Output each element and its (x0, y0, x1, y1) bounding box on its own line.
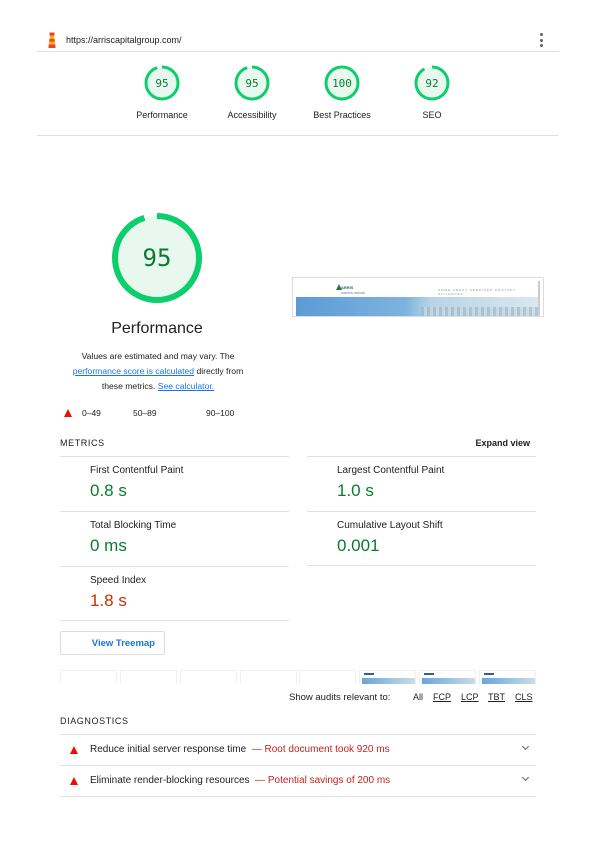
filmstrip-frame (478, 670, 536, 684)
gauge-seo[interactable]: 92 SEO (392, 60, 472, 120)
filmstrip-frame (359, 670, 417, 684)
gauge-score: 92 (425, 77, 438, 90)
expand-view-toggle[interactable]: Expand view (475, 438, 530, 448)
kebab-menu-icon[interactable] (540, 33, 544, 47)
gauge-label: SEO (422, 110, 442, 120)
site-scrollbar (538, 281, 540, 315)
performance-description: Values are estimated and may vary. The p… (58, 349, 258, 394)
gauge-ring: 92 (414, 65, 450, 101)
chevron-down-icon[interactable] (521, 742, 530, 751)
metric-speed-index: Speed Index 1.8 s (60, 566, 289, 621)
report-topbar: https://arriscapitalgroup.com/ (37, 30, 559, 52)
site-logo-text: ARRIS CAPITAL GROUP (341, 285, 366, 295)
filmstrip-frame (299, 670, 357, 684)
metric-value: 0 ms (90, 536, 127, 555)
metric-lcp: Largest Contentful Paint 1.0 s (307, 456, 536, 511)
performance-score: 95 (143, 244, 172, 272)
gauge-performance[interactable]: 95 Performance (122, 60, 202, 120)
metric-value: 1.8 s (90, 591, 127, 610)
gauge-label: Performance (136, 110, 188, 120)
divider (60, 796, 536, 797)
metric-value: 0.001 (337, 536, 380, 555)
lighthouse-icon (48, 32, 56, 48)
filter-lcp[interactable]: LCP (461, 692, 479, 702)
diagnostic-text: Reduce initial server response time — Ro… (90, 744, 390, 755)
diagnostics-title: DIAGNOSTICS (60, 716, 129, 726)
gauge-label: Accessibility (227, 110, 277, 120)
final-screenshot[interactable]: ARRIS CAPITAL GROUP HOME ABOUT SERVICES C… (292, 277, 544, 317)
diagnostic-text: Eliminate render-blocking resources — Po… (90, 775, 391, 786)
metric-value: 1.0 s (337, 481, 374, 500)
score-legend: 0–49 50–89 90–100 (64, 408, 284, 420)
legend-pass: 90–100 (206, 408, 235, 418)
view-treemap-button[interactable]: View Treemap (60, 631, 165, 655)
metric-value: 0.8 s (90, 481, 127, 500)
metric-label: Speed Index (90, 575, 147, 586)
filmstrip-frame (419, 670, 477, 684)
filter-cls[interactable]: CLS (515, 692, 533, 702)
see-calculator-link[interactable]: See calculator. (158, 381, 214, 391)
gauge-accessibility[interactable]: 95 Accessibility (212, 60, 292, 120)
site-hero-image (296, 297, 540, 316)
metric-label: Cumulative Layout Shift (337, 520, 443, 531)
category-gauges: 95 Performance 95 Accessibility 100 Best… (37, 60, 559, 136)
metric-label: Total Blocking Time (90, 520, 177, 531)
gauge-ring: 100 (324, 65, 360, 101)
filter-all[interactable]: All (413, 692, 423, 702)
legend-average: 50–89 (133, 408, 157, 418)
gauge-score: 100 (332, 77, 352, 90)
metrics-header: METRICS Expand view (60, 437, 536, 451)
gauge-ring: 95 (144, 65, 180, 101)
gauge-best-practices[interactable]: 100 Best Practices (302, 60, 382, 120)
metric-tbt: Total Blocking Time 0 ms (60, 511, 289, 566)
metric-fcp: First Contentful Paint 0.8 s (60, 456, 289, 511)
metric-cls: Cumulative Layout Shift 0.001 (307, 511, 536, 566)
score-calculated-link[interactable]: performance score is calculated (73, 366, 194, 376)
gauge-label: Best Practices (313, 110, 371, 120)
diagnostic-item-server-response[interactable]: Reduce initial server response time — Ro… (60, 734, 536, 765)
filter-fcp[interactable]: FCP (433, 692, 451, 702)
report-url[interactable]: https://arriscapitalgroup.com/ (66, 35, 182, 45)
audit-filter-label: Show audits relevant to: (289, 692, 391, 703)
desc-text: Values are estimated and may vary. The (81, 351, 235, 361)
performance-title: Performance (111, 320, 203, 337)
chevron-down-icon[interactable] (521, 773, 530, 782)
site-nav: HOME ABOUT SERVICES CONTACT ALLIANCES (438, 288, 516, 296)
diagnostic-item-render-blocking[interactable]: Eliminate render-blocking resources — Po… (60, 765, 536, 796)
filter-tbt[interactable]: TBT (488, 692, 505, 702)
desc-text: these metrics. (101, 381, 156, 391)
legend-fail: 0–49 (64, 408, 101, 418)
gauge-score: 95 (155, 77, 168, 90)
fail-triangle-icon (64, 409, 72, 417)
filmstrip-frame (60, 670, 117, 684)
filmstrip (60, 670, 536, 684)
metric-label: First Contentful Paint (90, 465, 184, 476)
filmstrip-frame (119, 670, 177, 684)
desc-text: directly from (196, 366, 244, 376)
performance-gauge: 95 (112, 213, 202, 303)
filmstrip-frame (179, 670, 237, 684)
filmstrip-frame (239, 670, 297, 684)
gauge-score: 95 (245, 77, 258, 90)
gauge-ring: 95 (234, 65, 270, 101)
audit-filter: Show audits relevant to: All FCP LCP TBT… (289, 691, 539, 705)
fail-triangle-icon (70, 777, 78, 785)
metric-label: Largest Contentful Paint (337, 465, 445, 476)
fail-triangle-icon (70, 746, 78, 754)
metrics-title: METRICS (60, 438, 105, 448)
